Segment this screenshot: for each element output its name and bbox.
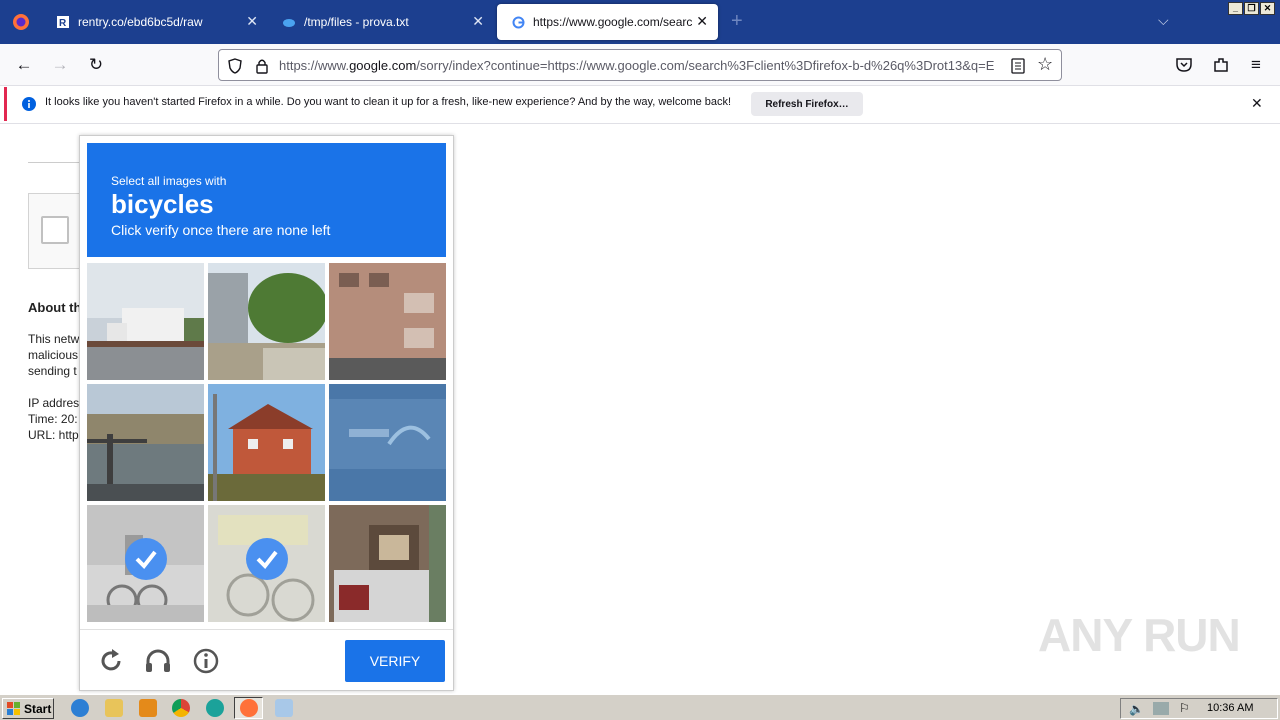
tab-prova[interactable]: /tmp/files - prova.txt ✕ <box>268 4 494 40</box>
info-icon <box>22 97 36 111</box>
new-tab-icon[interactable]: + <box>731 10 743 33</box>
recaptcha-challenge: Select all images with bicycles Click ve… <box>79 135 454 691</box>
car-building-image <box>329 505 446 622</box>
tab-rentry[interactable]: R rentry.co/ebd6bc5d/raw ✕ <box>42 4 268 40</box>
tab-google[interactable]: https://www.google.com/search?c ✕ <box>497 4 718 40</box>
back-icon[interactable]: ← <box>13 54 35 76</box>
bookmark-star-icon[interactable]: ☆ <box>1037 54 1053 75</box>
google-favicon-icon <box>511 15 525 29</box>
instruction-text: Select all images with <box>111 174 227 188</box>
close-tab-icon[interactable]: ✕ <box>696 13 708 30</box>
target-object: bicycles <box>111 189 214 219</box>
url-text: https://www.google.com/sorry/index?conti… <box>279 58 995 73</box>
url-line: URL: http <box>28 428 79 442</box>
volume-icon[interactable]: 🔈 <box>1129 702 1144 716</box>
extensions-icon[interactable] <box>1212 56 1230 74</box>
page-paragraph-line: sending t <box>28 364 77 378</box>
rentry-favicon-icon: R <box>56 15 70 29</box>
tab-label: rentry.co/ebd6bc5d/raw <box>78 15 203 29</box>
chrome-icon[interactable] <box>172 699 190 717</box>
reload-challenge-icon[interactable] <box>96 646 126 676</box>
taskbar: Start 🔈 ⚐ 10:36 AM <box>0 694 1280 720</box>
page-paragraph-line: This netw <box>28 332 80 346</box>
tab-label: https://www.google.com/search?c <box>533 15 693 29</box>
firefox-taskbar-button[interactable] <box>234 697 263 719</box>
bridge-railing-image <box>87 384 204 501</box>
image-tile[interactable] <box>87 384 204 501</box>
notification-text: It looks like you haven't started Firefo… <box>45 96 732 108</box>
image-tile[interactable] <box>329 505 446 622</box>
close-tab-icon[interactable]: ✕ <box>472 13 484 30</box>
reload-icon[interactable]: ↻ <box>85 54 107 76</box>
info-circle-icon[interactable] <box>191 646 221 676</box>
lock-icon[interactable] <box>255 58 269 74</box>
image-tile-selected[interactable] <box>208 505 325 622</box>
system-tray: 🔈 ⚐ 10:36 AM <box>1120 698 1278 719</box>
ie-icon[interactable] <box>71 699 89 717</box>
window-close-icon[interactable]: ✕ <box>1260 2 1275 15</box>
image-tile-selected[interactable] <box>87 505 204 622</box>
folder-icon[interactable] <box>105 699 123 717</box>
green-street-image <box>208 263 325 380</box>
red-house-image <box>208 384 325 501</box>
instruction-subtext: Click verify once there are none left <box>111 222 331 238</box>
about-heading: About th <box>28 300 82 315</box>
image-tile[interactable] <box>208 384 325 501</box>
flag-icon[interactable]: ⚐ <box>1179 701 1190 715</box>
tab-strip: R rentry.co/ebd6bc5d/raw ✕ /tmp/files - … <box>0 0 1280 44</box>
page-paragraph-line: malicious <box>28 348 79 362</box>
time-line: Time: 20: <box>28 412 78 426</box>
notification-bar: It looks like you haven't started Firefo… <box>4 87 1276 121</box>
shield-icon[interactable] <box>227 58 243 74</box>
divider <box>0 123 1280 124</box>
refresh-firefox-button[interactable]: Refresh Firefox… <box>751 92 863 116</box>
firefox-taskbar-icon <box>240 699 258 717</box>
reader-view-icon[interactable] <box>1011 58 1025 74</box>
verify-button[interactable]: VERIFY <box>345 640 445 682</box>
challenge-footer: VERIFY <box>80 629 453 691</box>
image-tile[interactable] <box>208 263 325 380</box>
chevron-down-icon[interactable]: ⌵ <box>1158 12 1169 29</box>
anyrun-watermark: ANY RUN <box>1038 609 1241 661</box>
cloud-icon <box>282 15 296 29</box>
forward-icon[interactable]: → <box>49 54 71 76</box>
windows-logo-icon <box>7 701 20 715</box>
media-player-icon[interactable] <box>139 699 157 717</box>
start-label: Start <box>24 701 52 716</box>
close-tab-icon[interactable]: ✕ <box>246 13 258 30</box>
pocket-icon[interactable] <box>1175 56 1193 74</box>
apartment-image <box>329 263 446 380</box>
blue-sign-image <box>329 384 446 501</box>
notepad-icon[interactable] <box>275 699 293 717</box>
navigation-toolbar: ← → ↻ https://www.google.com/sorry/index… <box>0 44 1280 86</box>
white-house-image <box>87 263 204 380</box>
image-tile[interactable] <box>329 263 446 380</box>
minimize-icon[interactable]: _ <box>1228 2 1243 15</box>
restore-icon[interactable]: ❐ <box>1244 2 1259 15</box>
close-notification-icon[interactable]: ✕ <box>1251 95 1263 112</box>
ip-address-line: IP addres <box>28 396 80 410</box>
headphones-icon[interactable] <box>143 646 173 676</box>
edge-icon[interactable] <box>206 699 224 717</box>
checkmark-icon <box>125 538 167 580</box>
checkmark-icon <box>246 538 288 580</box>
challenge-header: Select all images with bicycles Click ve… <box>87 143 446 257</box>
network-icon[interactable] <box>1153 702 1169 715</box>
recaptcha-checkbox[interactable] <box>41 216 69 244</box>
start-button[interactable]: Start <box>2 698 54 719</box>
url-bar[interactable]: https://www.google.com/sorry/index?conti… <box>218 49 1062 81</box>
firefox-icon <box>13 14 29 30</box>
firefox-menu-button[interactable] <box>0 0 42 44</box>
image-tile[interactable] <box>87 263 204 380</box>
tab-label: /tmp/files - prova.txt <box>304 15 409 29</box>
image-tile[interactable] <box>329 384 446 501</box>
clock: 10:36 AM <box>1207 702 1254 714</box>
hamburger-menu-icon[interactable]: ≡ <box>1245 54 1267 76</box>
svg-text:R: R <box>59 18 67 28</box>
